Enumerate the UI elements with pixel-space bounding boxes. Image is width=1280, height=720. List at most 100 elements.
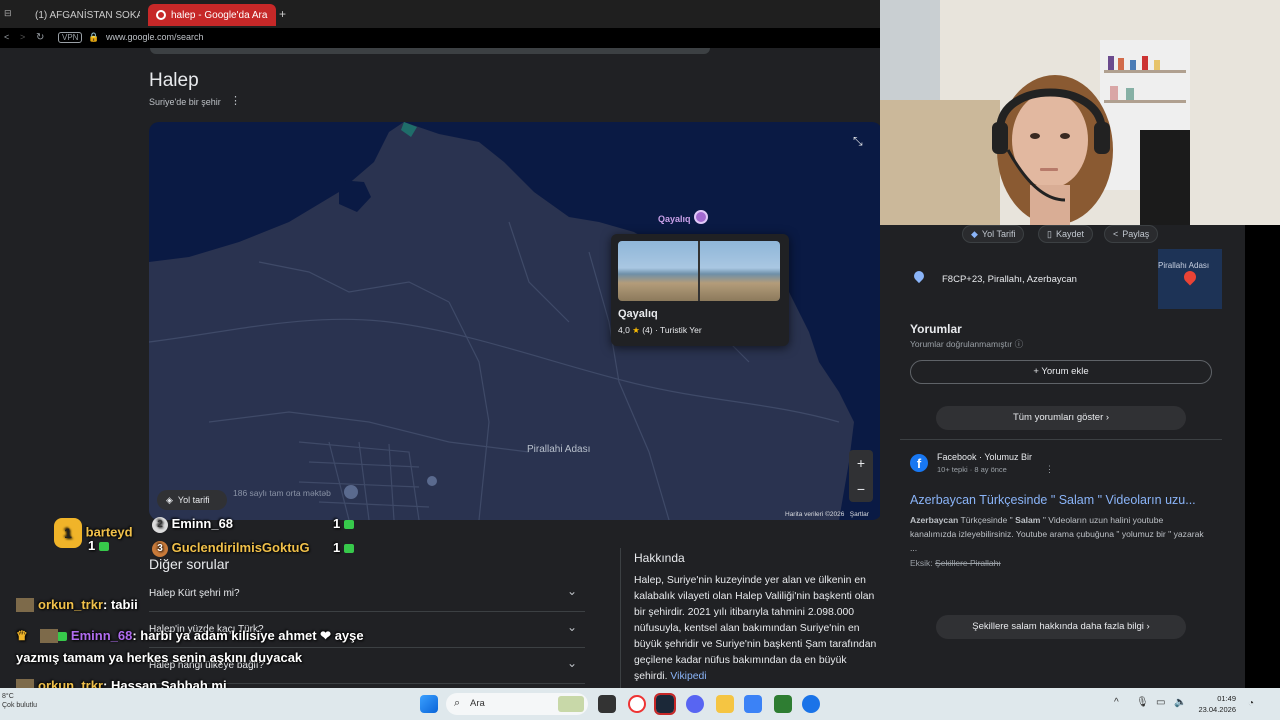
snippet-bold: Salam [1015,515,1041,525]
plus-icon: + [1033,366,1039,377]
gift-icon [343,520,354,530]
tab-google-search[interactable]: halep - Google'da Ara [148,4,276,26]
facebook-icon: f [910,454,928,472]
bookmark-icon: ▯ [1047,228,1052,239]
network-icon[interactable]: ▭ [1156,697,1165,708]
reload-icon[interactable]: ↻ [36,32,44,43]
directions-chip[interactable]: ◆ Yol Tarifi [962,225,1025,243]
tab-menu-icon[interactable]: ⊟ [4,8,12,19]
search-box[interactable] [150,48,710,54]
mini-map[interactable]: Pirallahı Adası [1158,249,1222,309]
snippet-text: Türkçesinde " [958,515,1016,525]
avatar [40,629,58,643]
result-title-link[interactable]: Azerbaycan Türkçesinde " Salam " Videola… [910,493,1220,507]
divider [620,548,621,688]
file-explorer-icon[interactable] [716,695,734,713]
chip-label: Yol Tarifi [981,229,1016,239]
address-row[interactable]: F8CP+23, Pirallahı, Azerbaycan Pirallahı… [900,249,1222,309]
url-text[interactable]: www.google.com/search [106,32,204,42]
tray-chevron-icon[interactable]: ^ [1114,697,1119,708]
reviews-title: Yorumlar [910,322,962,336]
gift-icon [343,544,354,554]
faq-item[interactable]: Halep Kürt şehri mi? ⌄ [149,578,585,612]
directions-button[interactable]: ◈ Yol tarifi [157,490,227,510]
app-icon[interactable] [744,695,762,713]
wikipedia-link[interactable]: Vikipedi [670,671,706,682]
zoom-control: + − [849,450,873,502]
chat-message: ♛ Eminn_68: harbi ya adam kilisiye ahmet… [16,628,364,644]
address-text: F8CP+23, Pirallahı, Azerbaycan [942,274,1077,285]
taskbar-search[interactable]: ⌕ Ara [446,693,588,715]
chevron-down-icon: ⌄ [566,584,577,598]
poi-pin-icon[interactable] [694,210,708,224]
new-tab-button[interactable]: + [279,7,286,21]
poi-name: Qayalıq [618,308,658,320]
chevron-right-icon: › [1105,412,1110,423]
steam-icon[interactable] [654,693,676,715]
collapse-map-icon[interactable]: ⤡ [853,134,863,149]
forward-icon[interactable]: > [20,32,25,42]
all-reviews-button[interactable]: Tüm yorumları göster › [936,406,1186,430]
chevron-right-icon: › [1146,621,1150,632]
poi-map-label[interactable]: Qayalıq [658,214,691,224]
more-info-button[interactable]: Şekillere salam hakkında daha fazla bilg… [936,615,1186,639]
more-options-icon[interactable]: ⋮ [1045,464,1054,475]
chat-user: Eminn_68 [70,628,133,643]
back-icon[interactable]: < [4,32,9,42]
map-view[interactable]: Pirallahi Adası 186 saylı tam orta məktə… [149,122,882,520]
poi-card[interactable]: Qayalıq 4,0 ★ (4) · Turistik Yer [611,234,789,346]
zoom-out-button[interactable]: − [849,476,873,502]
vpn-badge[interactable]: VPN [58,32,83,43]
gift-icon [98,542,109,552]
weather-widget[interactable]: 8°C Çok bulutlu [2,692,37,710]
address-bar: < > ↻ VPN 🔒 www.google.com/search [0,28,880,48]
clock-time: 01:49 [1217,694,1236,703]
school-pin-icon[interactable] [344,485,358,499]
add-review-button[interactable]: + Yorum ekle [910,360,1212,384]
system-clock[interactable]: 01:49 23.04.2026 [1190,693,1236,715]
app-icon[interactable] [774,695,792,713]
result-source[interactable]: Facebook · Yolumuz Bir [937,452,1032,462]
info-icon[interactable]: ⓘ [1015,339,1024,349]
tab-youtube[interactable]: (1) AFGANİSTAN SOKAK [22,4,140,26]
leaderboard-name: Eminn_68 [171,516,234,531]
missing-terms-value: Şekillere Pirallahı [935,558,1001,568]
notification-icon[interactable]: ◔ [1248,698,1254,709]
share-chip[interactable]: < Paylaş [1104,225,1159,243]
place-title: Halep [149,70,199,91]
about-body: Halep, Suriye'nin kuzeyinde yer alan ve … [634,575,877,682]
microphone-icon[interactable]: 🎙 [1136,697,1149,708]
chevron-down-icon: ⌄ [566,656,577,670]
zoom-in-button[interactable]: + [849,450,873,476]
map-terms-link[interactable]: Şartlar [850,511,869,518]
save-chip[interactable]: ▯ Kaydet [1038,225,1093,243]
map-credit: Harita verileri ©2026 Şartlar [785,511,869,518]
poi-review-count: (4) [642,325,653,335]
leaderboard-entry: 2 Eminn_68 [152,516,233,533]
start-icon[interactable] [420,695,438,713]
all-reviews-label: Tüm yorumları göster [1012,412,1104,423]
volume-icon[interactable]: 🔈 [1174,697,1186,708]
discord-icon[interactable] [686,695,704,713]
opera-icon[interactable] [628,695,646,713]
weather-desc: Çok bulutlu [2,702,38,709]
leaderboard-count: 1 [333,540,354,555]
directions-icon: ◈ [166,494,173,505]
leaderboard-entry: 3 GuclendirilmisGoktuG [152,540,310,557]
divider [900,439,1222,440]
directions-icon: ◆ [971,228,978,239]
poi-photo[interactable] [618,241,780,301]
chevron-down-icon: ⌄ [566,620,577,634]
more-options-icon[interactable]: ⋮ [230,94,241,107]
rank-badge: 1 [54,518,82,548]
tab-label: (1) AFGANİSTAN SOKAK [35,9,140,21]
search-highlight-icon [558,696,584,712]
other-questions-title: Diğer sorular [149,556,230,572]
app-icon[interactable] [802,695,820,713]
avatar [16,598,34,612]
task-view-icon[interactable] [598,695,616,713]
search-icon: ⌕ [454,697,461,709]
directions-label: Yol tarifi [177,495,210,505]
crown-icon: ♛ [16,628,28,643]
map-pin-icon[interactable] [427,476,437,486]
